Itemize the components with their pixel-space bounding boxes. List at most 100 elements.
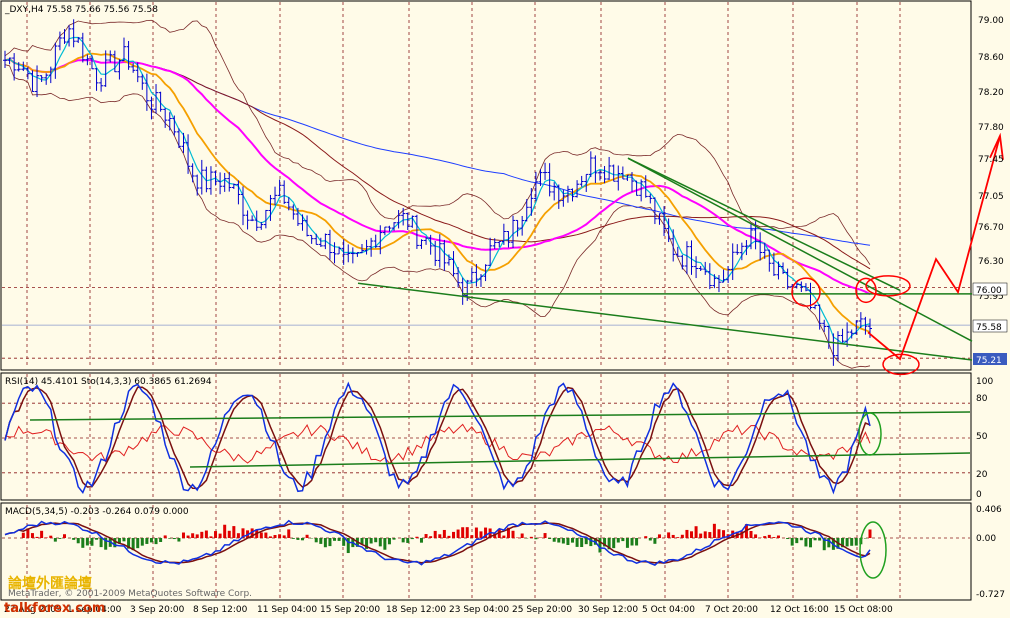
macd-histogram-bar — [667, 532, 671, 538]
macd-histogram-bar — [419, 538, 423, 543]
rsi-axis: 100 80 50 20 0 — [976, 377, 993, 500]
price-tick: 79.00 — [978, 16, 1004, 26]
time-tick: 8 Sep 12:00 — [193, 605, 248, 615]
macd-histogram-bar — [598, 538, 602, 553]
macd-histogram-bar — [625, 538, 629, 548]
macd-histogram-bar — [790, 538, 794, 546]
macd-histogram-bar — [653, 538, 657, 544]
macd-histogram-bar — [566, 538, 570, 545]
macd-histogram-bar — [209, 536, 213, 538]
macd-histogram-bar — [786, 538, 790, 540]
macd-histogram-bar — [703, 531, 707, 538]
price-tag: 75.58 — [976, 323, 1002, 333]
watermark-copyright: MetaTrader, © 2001-2009 MetaQuotes Softw… — [8, 589, 252, 599]
price-tick: 78.60 — [978, 53, 1004, 63]
macd-histogram-bar — [712, 523, 716, 538]
price-tick: 77.45 — [978, 155, 1004, 165]
macd-histogram-bar — [529, 536, 533, 538]
macd-histogram-bar — [378, 538, 382, 547]
macd-histogram-bar — [300, 538, 304, 541]
macd-histogram-bar — [621, 538, 625, 542]
macd-histogram-bar — [314, 538, 318, 543]
macd-histogram-bar — [552, 538, 556, 542]
macd-histogram-bar — [571, 538, 575, 543]
price-tick: 76.70 — [978, 223, 1004, 233]
macd-histogram-bar — [387, 538, 391, 545]
macd-histogram-bar — [401, 538, 405, 543]
macd-histogram-bar — [99, 538, 103, 548]
macd-histogram-bar — [44, 537, 48, 538]
macd-histogram-bar — [145, 538, 149, 544]
macd-histogram-bar — [845, 538, 849, 547]
macd-histogram-bar — [236, 533, 240, 538]
macd-histogram-bar — [827, 538, 831, 548]
macd-histogram-bar — [676, 537, 680, 538]
price-panel — [0, 0, 972, 371]
macd-histogram-bar — [548, 538, 552, 539]
macd-histogram-bar — [479, 531, 483, 538]
macd-histogram-bar — [168, 538, 172, 539]
macd-histogram-bar — [296, 538, 300, 540]
macd-histogram-bar — [438, 534, 442, 538]
macd-histogram-bar — [749, 530, 753, 538]
macd-histogram-bar — [369, 538, 373, 544]
macd-histogram-bar — [53, 538, 57, 542]
macd-axis: 0.406 0.00 -0.727 — [976, 505, 1005, 600]
time-axis: 27 Aug 2009 1 Sep 04:00 3 Sep 20:00 8 Se… — [4, 605, 893, 615]
macd-histogram-bar — [644, 536, 648, 538]
macd-histogram-bar — [337, 538, 341, 541]
macd-histogram-bar — [218, 533, 222, 538]
macd-histogram-bar — [204, 530, 208, 538]
macd-histogram-bar — [433, 530, 437, 538]
macd-histogram-bar — [630, 538, 634, 546]
macd-histogram-bar — [511, 530, 515, 538]
macd-histogram-bar — [776, 535, 780, 538]
time-tick: 7 Oct 20:00 — [705, 605, 758, 615]
macd-histogram-bar — [374, 538, 378, 543]
macd-header: MACD(5,34,5) -0.203 -0.264 0.079 0.000 — [5, 507, 189, 517]
macd-histogram-bar — [333, 538, 337, 541]
macd-histogram-bar — [410, 538, 414, 540]
macd-histogram-bar — [154, 538, 158, 545]
macd-histogram-bar — [223, 524, 227, 538]
macd-histogram-bar — [264, 532, 268, 538]
macd-histogram-bar — [181, 532, 185, 538]
macd-histogram-bar — [474, 527, 478, 538]
macd-histogram-bar — [136, 538, 140, 549]
macd-histogram-bar — [635, 538, 639, 546]
time-tick: 25 Sep 20:00 — [512, 605, 572, 615]
macd-histogram-bar — [575, 538, 579, 547]
price-axis: 79.00 78.60 78.20 77.80 77.45 77.05 76.7… — [972, 16, 1008, 366]
macd-histogram-bar — [259, 532, 263, 538]
price-header: _DXY,H4 75.58 75.66 75.56 75.58 — [4, 5, 158, 15]
time-tick: 30 Sep 12:00 — [578, 605, 638, 615]
price-tag: 75.21 — [976, 356, 1002, 366]
price-tick: 77.80 — [978, 123, 1004, 133]
macd-histogram-bar — [90, 538, 94, 546]
macd-histogram-bar — [287, 529, 291, 538]
macd-histogram-bar — [534, 538, 538, 540]
macd-histogram-bar — [561, 538, 565, 544]
macd-histogram-bar — [406, 538, 410, 543]
macd-histogram-bar — [273, 535, 277, 538]
macd-histogram-bar — [81, 538, 85, 548]
macd-histogram-bar — [612, 538, 616, 549]
macd-histogram-bar — [868, 529, 872, 538]
macd-histogram-bar — [657, 534, 661, 538]
macd-histogram-bar — [754, 534, 758, 538]
macd-histogram-bar — [95, 538, 99, 540]
macd-histogram-bar — [195, 534, 199, 538]
rsi-tick: 0 — [976, 490, 982, 500]
rsi-tick: 20 — [976, 470, 988, 480]
macd-histogram-bar — [159, 538, 163, 542]
macd-histogram-bar — [470, 535, 474, 538]
macd-histogram-bar — [616, 538, 620, 543]
macd-histogram-bar — [30, 533, 34, 538]
macd-histogram-bar — [452, 531, 456, 538]
macd-histogram-bar — [268, 536, 272, 538]
macd-histogram-bar — [461, 527, 465, 538]
macd-histogram-bar — [424, 534, 428, 538]
macd-histogram-bar — [72, 538, 76, 540]
macd-histogram-bar — [456, 529, 460, 538]
rsi-panel — [0, 372, 972, 501]
